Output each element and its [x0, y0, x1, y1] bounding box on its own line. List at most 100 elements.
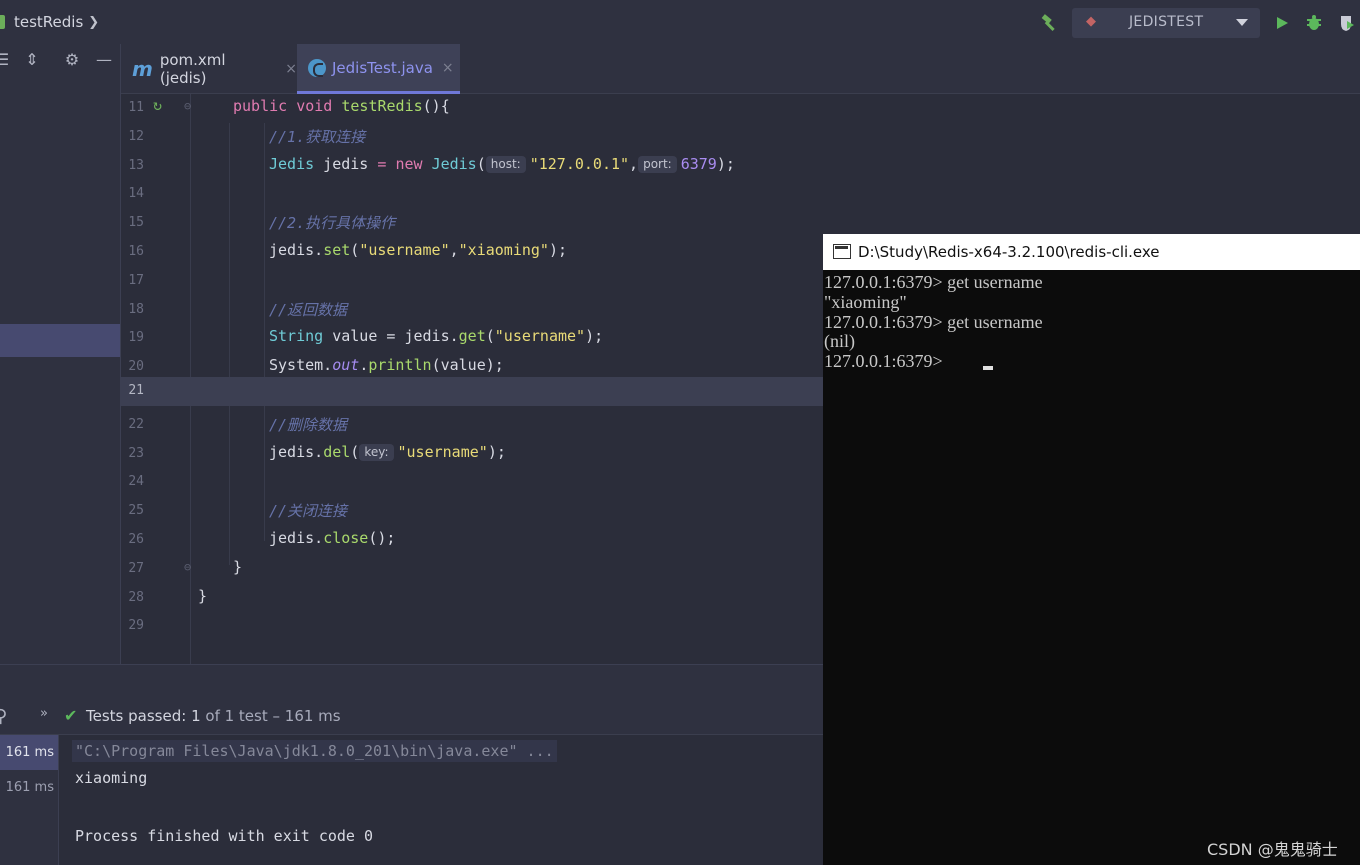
expand-all-icon[interactable]: ☰: [0, 50, 12, 70]
code-line[interactable]: 23 jedis.del(key: "username");: [121, 440, 823, 469]
code-line[interactable]: 15 //2.执行具体操作: [121, 209, 823, 238]
code-line[interactable]: 11 ↻ ⊖ public void testRedis(){: [121, 94, 823, 123]
param-hint-key: key:: [359, 443, 394, 461]
minimize-icon[interactable]: —: [94, 50, 114, 70]
breadcrumb[interactable]: testRedis ❯: [0, 13, 99, 31]
console-output: xiaoming: [75, 769, 148, 787]
close-icon[interactable]: ×: [285, 61, 297, 77]
variable: jedis.: [269, 442, 324, 461]
run-icon[interactable]: [1271, 12, 1293, 34]
coverage-icon[interactable]: [1336, 12, 1358, 34]
string: "xiaoming": [458, 241, 549, 259]
more-icon[interactable]: »: [40, 706, 48, 721]
type: Jedis: [269, 154, 315, 173]
variable: value = jedis.: [323, 327, 459, 346]
code-line[interactable]: 24: [121, 468, 823, 497]
passed-count: 1: [191, 707, 201, 725]
debug-icon[interactable]: [1303, 12, 1325, 34]
code-line[interactable]: 19 String value = jedis.get("username");: [121, 324, 823, 353]
tab-label: pom.xml (jedis): [159, 51, 226, 87]
punct: );: [585, 327, 604, 346]
comment: //返回数据: [269, 300, 348, 319]
code-line[interactable]: 17: [121, 267, 823, 296]
punct: ,: [629, 154, 639, 173]
junit-icon: ◆: [1086, 14, 1096, 29]
method-call: println: [368, 356, 432, 375]
punct: );: [716, 154, 735, 173]
terminal-cursor: [983, 366, 993, 370]
line-number: 19: [128, 330, 144, 346]
code-line[interactable]: 16 jedis.set("username","xiaoming");: [121, 238, 823, 267]
test-tree: 161 ms 161 ms: [0, 735, 59, 865]
line-number: 13: [128, 157, 144, 173]
close-icon[interactable]: ×: [442, 60, 454, 76]
terminal-line: 127.0.0.1:6379> get username: [824, 272, 1043, 292]
hammer-icon[interactable]: [1038, 12, 1060, 34]
comment: //删除数据: [269, 415, 348, 434]
terminal-prompt: 127.0.0.1:6379>: [824, 351, 948, 371]
tab-label: JedisTest.java: [332, 58, 433, 77]
project-toolbar: ☰ ⇕ ⚙ —: [0, 44, 121, 78]
comment: //1.获取连接: [269, 127, 366, 146]
redis-cli-window[interactable]: D:\Study\Redis-x64-3.2.100\redis-cli.exe…: [823, 234, 1360, 865]
punct: );: [487, 442, 506, 461]
tab-jedistest-java[interactable]: JedisTest.java ×: [297, 44, 460, 94]
code-line[interactable]: 26 jedis.close();: [121, 526, 823, 555]
method-call: set: [323, 241, 351, 259]
brace: }: [233, 557, 243, 576]
collapse-all-icon[interactable]: ⇕: [22, 50, 42, 70]
tab-pom-xml[interactable]: m pom.xml (jedis) ×: [121, 44, 297, 94]
comment: //关闭连接: [269, 502, 348, 521]
punct: (: [485, 327, 495, 346]
code-line[interactable]: 28 }: [121, 584, 823, 613]
console-command[interactable]: "C:\Program Files\Java\jdk1.8.0_201\bin\…: [72, 740, 557, 762]
top-toolbar: testRedis ❯ ◆ JEDISTEST: [0, 0, 1360, 44]
code-line[interactable]: 27 ⊖ }: [121, 555, 823, 584]
test-tree-row[interactable]: 161 ms: [0, 735, 58, 770]
console-window-icon: [833, 244, 851, 259]
test-tree-row[interactable]: 161 ms: [0, 770, 58, 805]
line-number: 12: [128, 128, 144, 144]
code-line[interactable]: 29: [121, 612, 823, 641]
java-class-icon: [308, 58, 326, 77]
code-line[interactable]: 14: [121, 180, 823, 209]
gear-icon[interactable]: ⚙: [62, 50, 82, 70]
project-name[interactable]: testRedis: [14, 13, 83, 31]
param-hint-host: host:: [485, 155, 526, 173]
terminal-line: "xiaoming": [824, 292, 907, 312]
run-console[interactable]: "C:\Program Files\Java\jdk1.8.0_201\bin\…: [59, 735, 823, 865]
run-test-gutter-icon[interactable]: ↻: [153, 96, 162, 114]
terminal-line: (nil): [824, 331, 855, 351]
window-titlebar[interactable]: D:\Study\Redis-x64-3.2.100\redis-cli.exe: [823, 234, 1360, 270]
chevron-down-icon: [1236, 19, 1248, 26]
string: "127.0.0.1": [529, 154, 630, 173]
code-line[interactable]: 22 //删除数据: [121, 411, 823, 440]
run-configuration-select[interactable]: ◆ JEDISTEST: [1072, 8, 1260, 38]
code-line[interactable]: 12 //1.获取连接: [121, 123, 823, 152]
module-icon: [0, 15, 5, 29]
variable: jedis.: [269, 529, 324, 547]
run-tool-window-header: [0, 664, 823, 698]
punct: .: [359, 356, 369, 375]
test-results-header: ⚲ » ✔ Tests passed: 1 of 1 test – 161 ms: [0, 698, 823, 735]
keyword: new: [395, 154, 423, 173]
string: "username": [359, 241, 450, 259]
code-line[interactable]: 25 //关闭连接: [121, 497, 823, 526]
punct: ,: [449, 241, 459, 259]
line-number: 17: [128, 272, 144, 288]
selected-tree-item[interactable]: [0, 324, 120, 357]
code-editor[interactable]: 11 ↻ ⊖ public void testRedis(){ 12 //1.获…: [121, 94, 823, 664]
chevron-right-icon: ❯: [88, 14, 100, 30]
operator: =: [377, 154, 396, 173]
code-line[interactable]: 13 Jedis jedis = new Jedis(host: "127.0.0…: [121, 152, 823, 181]
code-line[interactable]: 18 //返回数据: [121, 296, 823, 325]
fold-icon[interactable]: ⊖: [184, 560, 191, 574]
fold-icon[interactable]: ⊖: [184, 99, 191, 113]
line-number: 11: [128, 100, 144, 115]
terminal-line: 127.0.0.1:6379> get username: [824, 312, 1043, 332]
code-line-current[interactable]: 21: [121, 377, 823, 406]
search-icon[interactable]: ⚲: [0, 706, 7, 727]
terminal-body[interactable]: 127.0.0.1:6379> get username "xiaoming" …: [823, 270, 1360, 865]
line-number: 26: [128, 532, 144, 547]
check-icon: ✔: [64, 706, 78, 725]
